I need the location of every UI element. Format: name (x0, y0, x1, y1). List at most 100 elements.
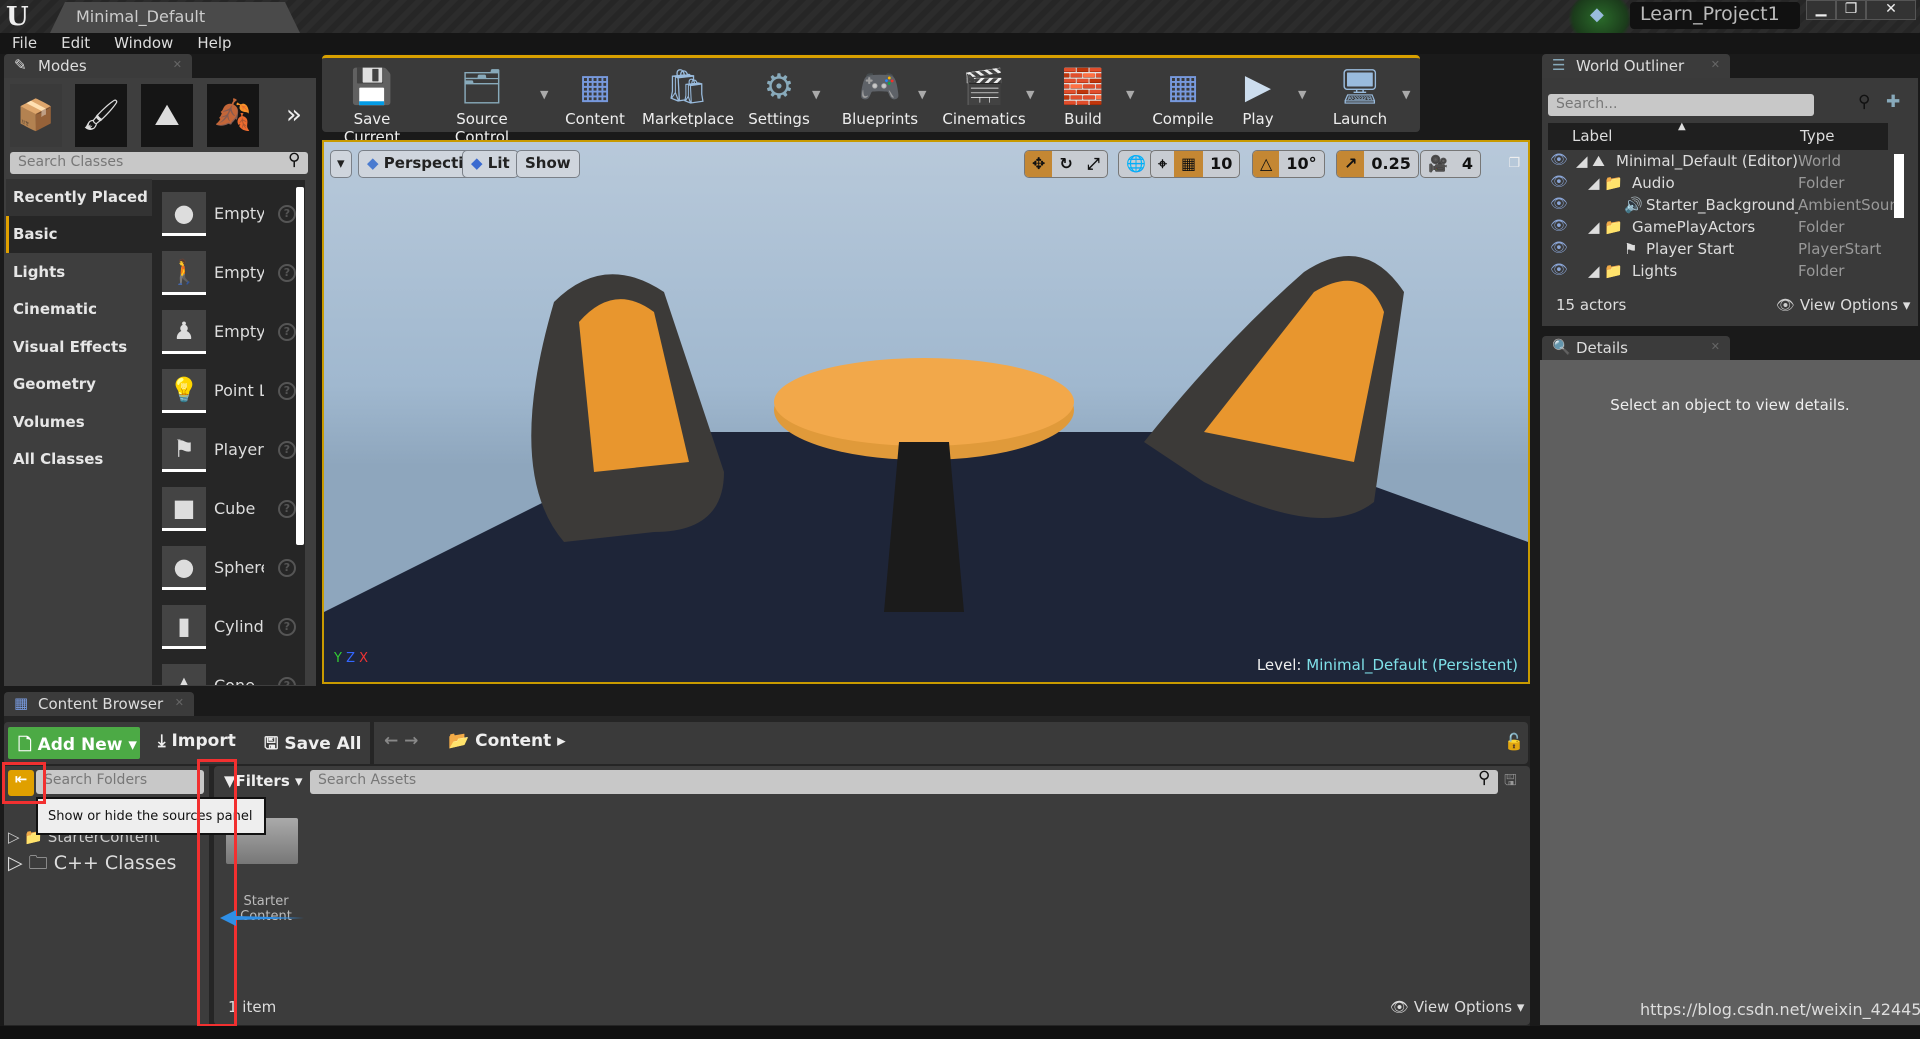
class-item[interactable]: 🚶 Empty? (162, 251, 296, 301)
search-folders-input[interactable]: Search Folders (36, 770, 204, 794)
outliner-view-options[interactable]: 👁 View Options ▾ (1776, 296, 1910, 314)
help-icon[interactable]: ? (278, 677, 296, 685)
category-all-classes[interactable]: All Classes (6, 441, 152, 478)
class-item[interactable]: ■ Cube? (162, 487, 296, 537)
help-icon[interactable]: ? (278, 618, 296, 636)
place-mode-icon[interactable]: 📦 (10, 84, 62, 147)
eye-icon[interactable]: 👁 (1550, 196, 1568, 212)
content-button[interactable]: ▦ Content (562, 64, 628, 128)
add-folder-icon[interactable]: ✚ (1886, 92, 1900, 112)
more-modes-icon[interactable]: » (286, 100, 302, 130)
blueprints-button[interactable]: 🎮 Blueprints (838, 64, 922, 128)
world-local-toggle[interactable]: 🌐 (1118, 150, 1154, 178)
column-type[interactable]: Type (1800, 127, 1834, 145)
eye-icon[interactable]: 👁 (1550, 218, 1568, 234)
eye-icon[interactable]: 👁 (1550, 240, 1568, 256)
source-control-dropdown-icon[interactable]: ▼ (540, 88, 548, 101)
class-item[interactable]: ♟ Empty? (162, 310, 296, 360)
scale-icon[interactable]: ⤢ (1080, 151, 1107, 177)
import-button[interactable]: ⤓ Import (158, 731, 236, 751)
outliner-row[interactable]: 👁 ◢ 📁 Audio Folder (1546, 174, 1910, 196)
scale-snap-value[interactable]: 0.25 (1364, 151, 1417, 177)
scale-snap-icon[interactable]: ↗ (1337, 151, 1365, 177)
eye-icon[interactable]: 👁 (1550, 174, 1568, 190)
compile-button[interactable]: ▦ Compile (1148, 64, 1218, 128)
play-button[interactable]: ▶ Play (1228, 64, 1288, 128)
help-icon[interactable]: ? (278, 264, 296, 282)
close-tab-icon[interactable]: ✕ (175, 696, 184, 709)
details-tab[interactable]: 🔍 Details ✕ (1542, 336, 1730, 360)
category-visual-effects[interactable]: Visual Effects (6, 329, 152, 366)
search-assets-input[interactable]: Search Assets (310, 770, 1498, 794)
marketplace-button[interactable]: 🛍 Marketplace (642, 64, 734, 128)
viewport-options-dropdown[interactable]: ▾ (330, 150, 352, 178)
settings-dropdown-icon[interactable]: ▼ (812, 88, 820, 101)
class-item[interactable]: ● Sphere? (162, 546, 296, 596)
rotate-icon[interactable]: ↻ (1052, 151, 1079, 177)
save-search-icon[interactable]: 🖫 (1504, 770, 1517, 795)
minimize-button[interactable]: ▁ (1806, 0, 1836, 20)
outliner-scrollbar[interactable] (1894, 154, 1904, 218)
translate-icon[interactable]: ✥ (1025, 151, 1053, 177)
outliner-row[interactable]: 👁 ⚑ Player Start PlayerStart (1546, 240, 1910, 262)
close-tab-icon[interactable]: ✕ (173, 58, 182, 71)
cinematics-button[interactable]: 🎬 Cinematics (942, 64, 1026, 128)
outliner-row[interactable]: 👁 🔊 Starter_Background_C AmbientSoun (1546, 196, 1910, 218)
show-button[interactable]: Show (516, 150, 580, 178)
maximize-viewport-icon[interactable]: ❐ (1508, 156, 1520, 171)
category-cinematic[interactable]: Cinematic (6, 291, 152, 328)
folder-cpp-classes[interactable]: ▷ 🗀 C++ Classes (8, 849, 176, 881)
source-control-button[interactable]: 🗂 Source Control (432, 64, 532, 146)
class-item[interactable]: ▮ Cylind? (162, 605, 296, 655)
help-icon[interactable]: ? (278, 323, 296, 341)
menu-help[interactable]: Help (197, 33, 231, 54)
play-dropdown-icon[interactable]: ▼ (1298, 88, 1306, 101)
grid-snap-value[interactable]: 10 (1203, 151, 1239, 177)
column-label[interactable]: Label (1572, 127, 1612, 145)
path-content[interactable]: 📂 Content ▸ (448, 731, 566, 751)
lock-icon[interactable]: 🔓 (1504, 732, 1524, 751)
modes-tab[interactable]: ✎ Modes ✕ (4, 54, 192, 78)
category-basic[interactable]: Basic (6, 216, 152, 253)
level-tab[interactable]: Minimal_Default (50, 2, 300, 33)
help-icon[interactable]: ? (278, 205, 296, 223)
class-list-scrollbar[interactable] (296, 187, 304, 545)
category-lights[interactable]: Lights (6, 254, 152, 291)
maximize-button[interactable]: ❐ (1836, 0, 1866, 20)
help-icon[interactable]: ? (278, 559, 296, 577)
surface-snap-icon[interactable]: ⌖ (1151, 151, 1174, 177)
asset-view-options[interactable]: 👁 View Options ▾ (1390, 998, 1524, 1016)
class-item[interactable]: ▲ Cone? (162, 664, 296, 685)
outliner-search-input[interactable]: Search... (1548, 94, 1814, 116)
class-item[interactable]: ● Empty? (162, 192, 296, 242)
content-browser-tab[interactable]: ▦ Content Browser ✕ (4, 692, 194, 716)
build-button[interactable]: 🧱 Build (1050, 64, 1116, 128)
save-current-button[interactable]: 💾 Save Current (330, 64, 414, 146)
category-recently-placed[interactable]: Recently Placed (6, 179, 152, 216)
blueprints-dropdown-icon[interactable]: ▼ (918, 88, 926, 101)
eye-icon[interactable]: 👁 (1550, 262, 1568, 278)
world-outliner-tab[interactable]: ☰ World Outliner ✕ (1542, 54, 1730, 78)
lit-button[interactable]: ◆ Lit (462, 150, 519, 178)
class-item[interactable]: ⚑ Player? (162, 428, 296, 478)
close-tab-icon[interactable]: ✕ (1711, 340, 1720, 353)
foliage-mode-icon[interactable]: 🍂 (207, 84, 259, 147)
eye-icon[interactable]: 👁 (1550, 152, 1568, 168)
outliner-row[interactable]: 👁 ◢ 📁 GamePlayActors Folder (1546, 218, 1910, 240)
search-classes-input[interactable]: Search Classes (10, 152, 308, 174)
close-tab-icon[interactable]: ✕ (1711, 58, 1720, 71)
angle-icon[interactable]: △ (1253, 151, 1280, 177)
category-geometry[interactable]: Geometry (6, 366, 152, 403)
cinematics-dropdown-icon[interactable]: ▼ (1026, 88, 1034, 101)
class-item[interactable]: 💡 Point L? (162, 369, 296, 419)
paint-mode-icon[interactable]: 🖌 (75, 84, 127, 147)
close-button[interactable]: ✕ (1866, 0, 1916, 20)
back-forward-buttons[interactable]: ← → (384, 731, 418, 751)
help-icon[interactable]: ? (278, 500, 296, 518)
save-all-button[interactable]: 🖫 Save All (264, 731, 361, 760)
outliner-row[interactable]: 👁 ◢ ⛰ Minimal_Default (Editor) World (1546, 152, 1910, 174)
landscape-mode-icon[interactable]: ⛰ (141, 84, 193, 147)
help-icon[interactable]: ? (278, 441, 296, 459)
launch-button[interactable]: 🖥 Launch (1322, 64, 1398, 128)
menu-window[interactable]: Window (114, 33, 173, 54)
